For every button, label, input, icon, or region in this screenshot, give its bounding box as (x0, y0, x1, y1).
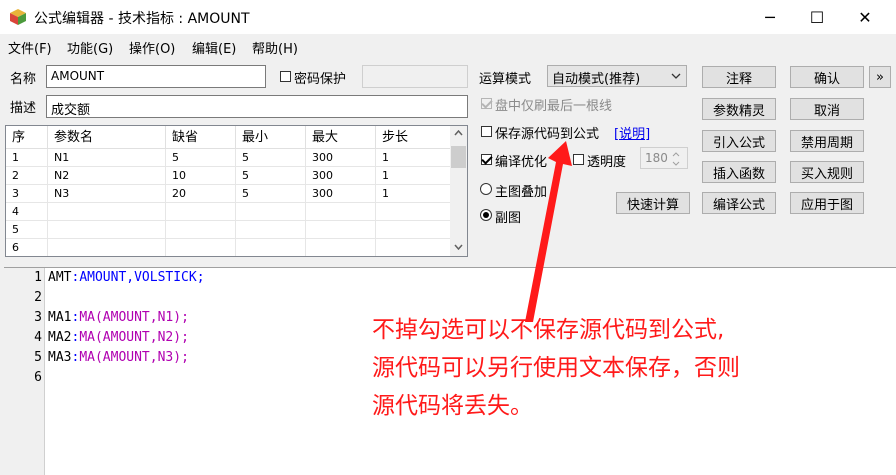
annotation-line-1: 不掉勾选可以不保存源代码到公式, (372, 317, 725, 343)
annotation-text: 不掉勾选可以不保存源代码到公式, 源代码可以另行使用文本保存，否则 源代码将丢失… (372, 311, 892, 425)
annotation-line-2: 源代码可以另行使用文本保存，否则 (372, 355, 740, 381)
annotation-line-3: 源代码将丢失。 (372, 393, 533, 419)
